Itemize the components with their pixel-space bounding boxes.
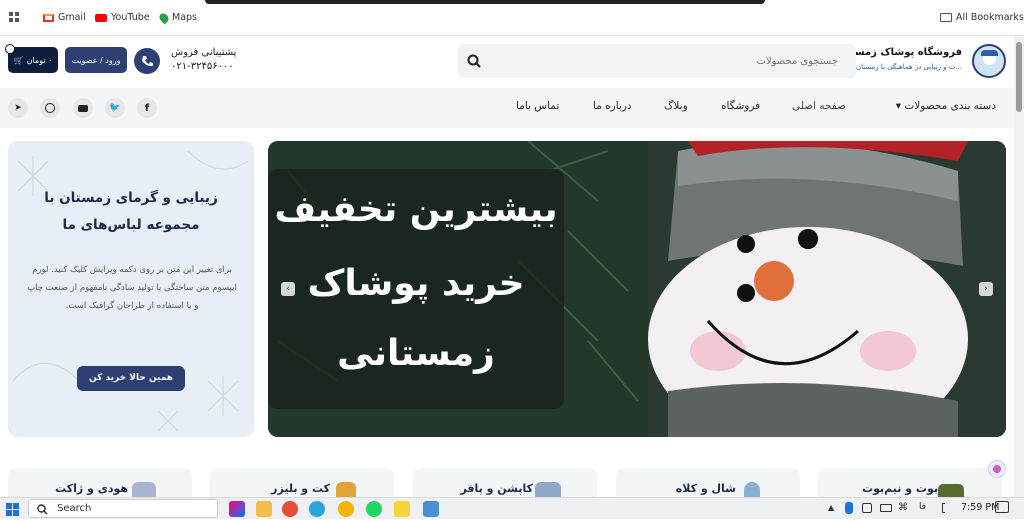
app-tray-icon[interactable] (862, 503, 872, 513)
app-icon[interactable] (423, 501, 439, 517)
scrollbar-thumb[interactable] (1016, 42, 1022, 112)
file-explorer-icon[interactable] (256, 501, 272, 517)
support-title: پشتیبانی فروش (171, 47, 237, 58)
shop-now-button[interactable]: همین حالا خرید کن (77, 366, 185, 391)
bookmark-gmail[interactable]: Gmail (43, 12, 86, 23)
taskbar: Search ▲ ⌘ فا 7:59 PM (0, 497, 1024, 519)
login-button[interactable]: ورود / عضویت (65, 47, 127, 73)
bookmark-maps[interactable]: Maps (157, 11, 197, 24)
search-input[interactable] (488, 44, 848, 78)
youtube-icon (95, 13, 107, 22)
youtube-icon[interactable] (73, 98, 93, 118)
chrome-icon[interactable] (282, 501, 298, 517)
nav-contact[interactable]: تماس باما (516, 100, 559, 112)
wifi-icon[interactable]: ⌘ (898, 502, 908, 513)
twitter-icon[interactable]: 🐦 (105, 98, 125, 118)
chevron-down-icon: ▾ (895, 100, 902, 112)
cart-icon: 🛒 (13, 55, 24, 65)
taskbar-search[interactable]: Search (28, 499, 218, 518)
nav-about[interactable]: درباره ما (593, 100, 632, 112)
cart-button[interactable]: ۰ تومان 🛒 (8, 47, 58, 73)
slide-line-3: زمستانی (337, 333, 495, 374)
language-indicator[interactable]: فا (919, 502, 926, 512)
search-bar[interactable] (458, 44, 856, 78)
assistant-icon[interactable] (988, 460, 1006, 478)
apps-icon[interactable] (9, 12, 20, 23)
slide-line-1: بیشترین تخفیف (274, 189, 558, 230)
hero-slider: بیشترین تخفیف خرید پوشاک زمستانی ‹ › (268, 141, 1006, 437)
all-bookmarks[interactable]: All Bookmarks (940, 12, 1024, 23)
folder-icon (940, 13, 952, 22)
copilot-icon[interactable] (229, 501, 245, 517)
gmail-icon (43, 13, 54, 22)
facebook-icon[interactable]: f (137, 98, 157, 118)
windows-start-icon[interactable] (6, 502, 20, 521)
chevron-up-icon[interactable]: ▲ (828, 503, 834, 512)
telegram-icon[interactable]: ➤ (8, 98, 28, 118)
logo-icon[interactable] (972, 44, 1006, 78)
nav-shop[interactable]: فروشگاه (721, 100, 760, 112)
slider-next-icon[interactable]: › (979, 282, 993, 296)
bluetooth-icon[interactable] (845, 502, 853, 514)
whatsapp-icon[interactable] (40, 98, 60, 118)
whatsapp-app-icon[interactable] (366, 501, 382, 517)
tab-strip-edge (205, 0, 765, 4)
hat-icon (744, 482, 760, 498)
promo-body: برای تغییر این متن بر روی دکمه ویرایش کل… (27, 265, 237, 311)
battery-icon[interactable] (880, 504, 892, 512)
chrome-profile-icon[interactable] (338, 501, 354, 517)
phone-icon[interactable] (134, 48, 160, 74)
search-icon[interactable] (467, 54, 481, 68)
telegram-app-icon[interactable] (309, 501, 325, 517)
notification-icon[interactable] (995, 501, 1009, 513)
sticky-notes-icon[interactable] (394, 501, 410, 517)
bookmarks-bar: Gmail YouTube Maps All Bookmarks (0, 0, 1024, 36)
promo-title: زیبایی و گرمای زمستان با مجموعه لباس‌های… (44, 190, 218, 233)
search-icon (37, 504, 48, 515)
cart-count-badge: ۰ (5, 44, 15, 54)
support-phone[interactable]: ۰۲۱-۳۲۴۵۶۰۰۰ (171, 61, 234, 72)
nav-blog[interactable]: وبلاگ (664, 100, 688, 112)
slider-prev-icon[interactable]: ‹ (281, 282, 295, 296)
logo-subtitle: ...ت و زیبایی در هماهنگی با زمستان (855, 63, 962, 71)
site-header: فروشگاه پوشاک زمستانه ...ت و زیبایی در ه… (0, 36, 1014, 88)
page-scrollbar[interactable] (1014, 36, 1024, 497)
nav-categories[interactable]: دسته بندی محصولات ▾ (896, 100, 996, 112)
slide-line-2: خرید پوشاک (307, 263, 525, 304)
bookmark-youtube[interactable]: YouTube (95, 12, 150, 23)
nav-home[interactable]: صفحه اصلی (792, 100, 846, 112)
promo-card: زیبایی و گرمای زمستان با مجموعه لباس‌های… (8, 141, 254, 437)
cart-label: ۰ تومان (26, 55, 53, 65)
maps-icon (157, 11, 171, 24)
